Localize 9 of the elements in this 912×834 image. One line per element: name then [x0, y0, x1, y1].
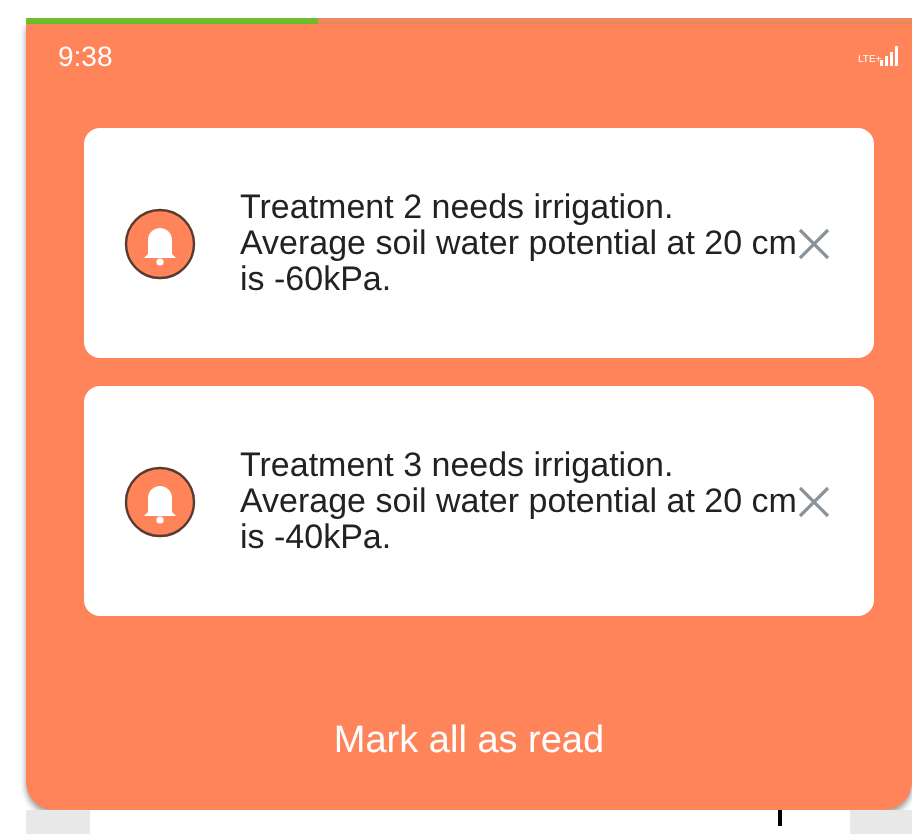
- bell-icon: [124, 207, 196, 279]
- close-icon[interactable]: [798, 485, 830, 517]
- notification-message: Treatment 3 needs irrigation. Average soil water potential at 20 cm is -40kPa.: [240, 447, 798, 555]
- close-icon[interactable]: [798, 227, 830, 259]
- signal-icon: [880, 46, 900, 66]
- notification-message: Treatment 2 needs irrigation. Average soil water potential at 20 cm is -60kPa.: [240, 189, 798, 297]
- clock-time: 9:38: [58, 37, 113, 75]
- mark-all-read-button[interactable]: Mark all as read: [317, 713, 621, 770]
- bell-icon: [124, 465, 196, 537]
